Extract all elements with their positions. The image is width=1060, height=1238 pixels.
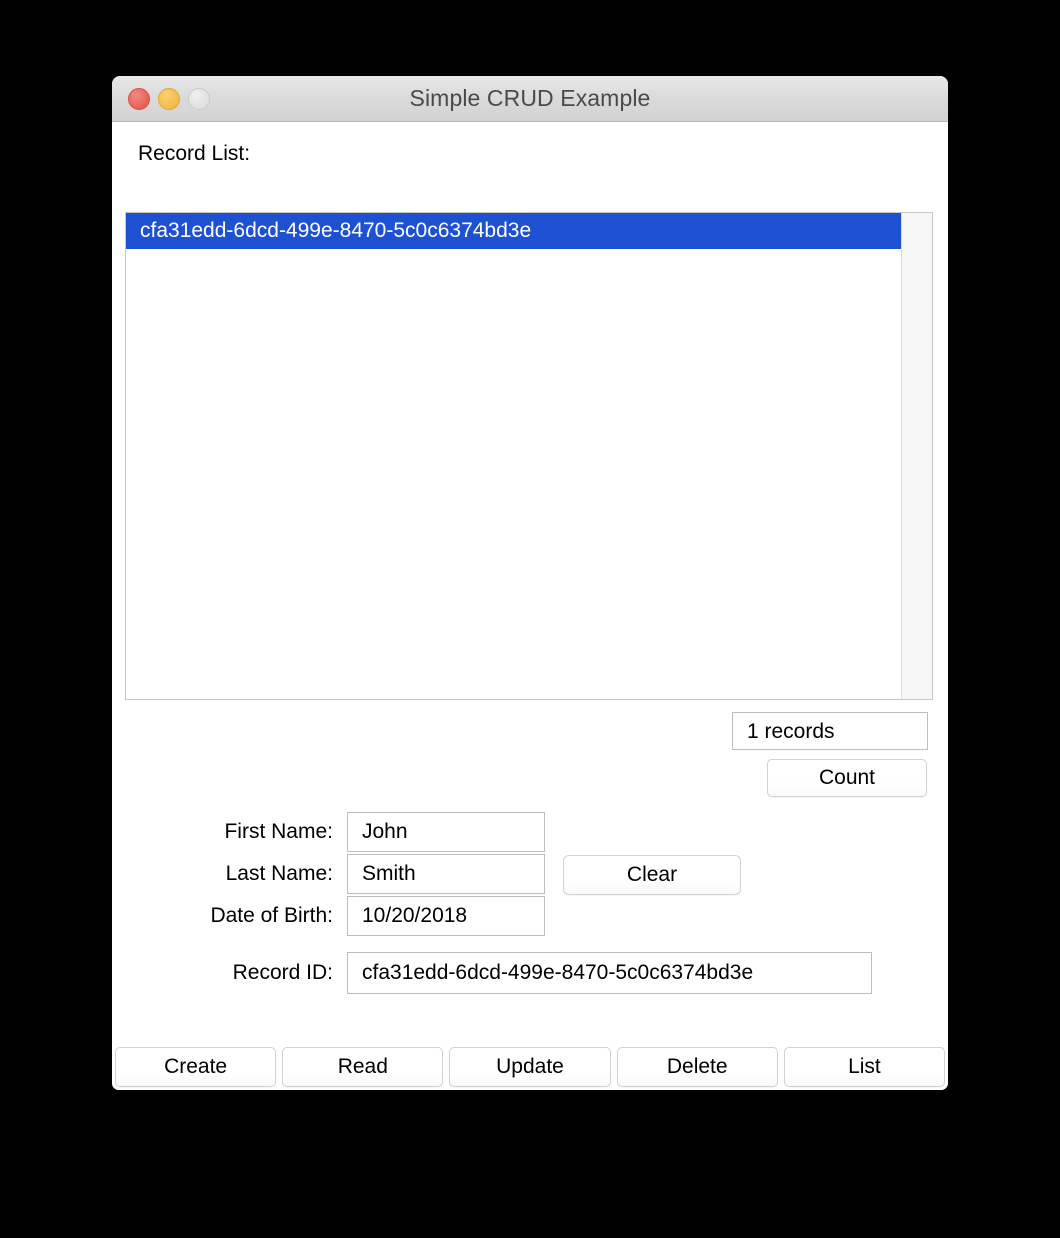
record-form: First Name: John Last Name: Smith Date o…	[112, 812, 948, 938]
count-button[interactable]: Count	[767, 759, 927, 797]
update-button[interactable]: Update	[449, 1047, 611, 1087]
list-button[interactable]: List	[783, 1047, 946, 1087]
maximize-window-icon[interactable]	[188, 87, 210, 110]
clear-button[interactable]: Clear	[563, 855, 741, 895]
last-name-input[interactable]: Smith	[347, 854, 545, 894]
window-title: Simple CRUD Example	[409, 85, 651, 111]
app-window: Simple CRUD Example Record List: cfa31ed…	[112, 76, 948, 1090]
window-titlebar: Simple CRUD Example	[112, 76, 948, 122]
record-id-input[interactable]: cfa31edd-6dcd-499e-8470-5c0c6374bd3e	[347, 952, 872, 994]
last-name-row: Last Name: Smith	[112, 854, 948, 896]
minimize-window-icon[interactable]	[158, 87, 180, 110]
record-list-label: Record List:	[138, 142, 251, 165]
last-name-label: Last Name:	[225, 862, 333, 885]
record-list-box[interactable]: cfa31edd-6dcd-499e-8470-5c0c6374bd3e	[125, 212, 933, 700]
record-id-row: Record ID: cfa31edd-6dcd-499e-8470-5c0c6…	[112, 952, 948, 996]
first-name-input[interactable]: John	[347, 812, 545, 852]
date-of-birth-label: Date of Birth:	[210, 904, 333, 927]
first-name-label: First Name:	[224, 820, 333, 843]
read-button[interactable]: Read	[282, 1047, 444, 1087]
record-list-items: cfa31edd-6dcd-499e-8470-5c0c6374bd3e	[126, 213, 901, 699]
first-name-row: First Name: John	[112, 812, 948, 854]
record-list-scrollbar[interactable]	[901, 213, 932, 699]
create-button[interactable]: Create	[115, 1047, 277, 1087]
window-content: Record List: cfa31edd-6dcd-499e-8470-5c0…	[112, 122, 948, 1090]
action-button-row: Create Read Update Delete List	[115, 1047, 946, 1087]
record-id-label: Record ID:	[232, 961, 333, 984]
record-count-field[interactable]: 1 records	[732, 712, 928, 750]
date-of-birth-input[interactable]: 10/20/2018	[347, 896, 545, 936]
window-controls	[128, 76, 210, 121]
date-of-birth-row: Date of Birth: 10/20/2018	[112, 896, 948, 938]
delete-button[interactable]: Delete	[616, 1047, 778, 1087]
list-item[interactable]: cfa31edd-6dcd-499e-8470-5c0c6374bd3e	[126, 213, 901, 249]
close-window-icon[interactable]	[128, 87, 150, 110]
